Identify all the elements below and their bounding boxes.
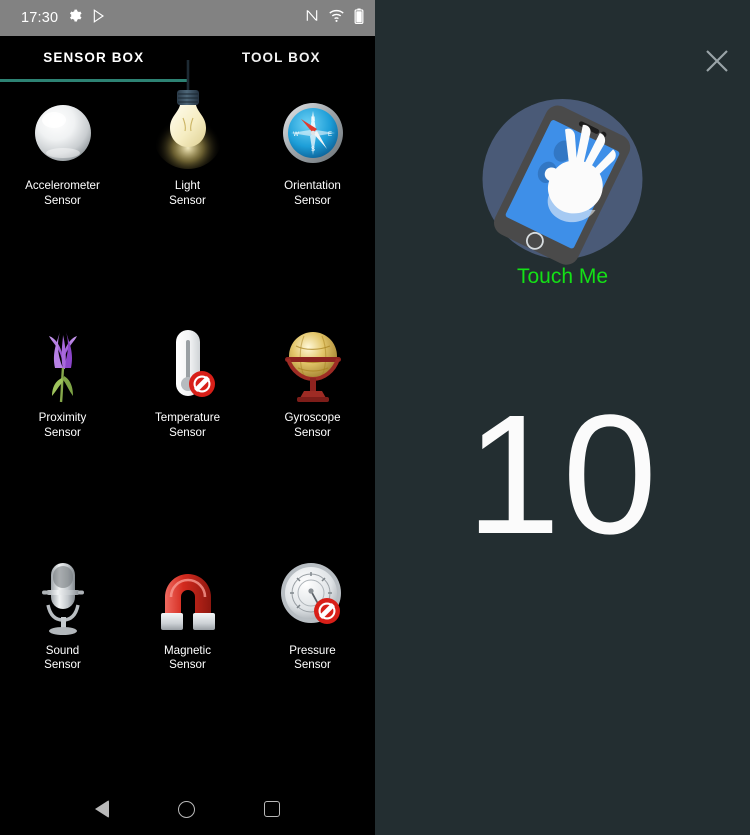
sensor-item-light[interactable]: Light Sensor [125,60,250,318]
light-bulb-icon [151,60,225,172]
home-circle-icon[interactable] [177,800,195,818]
sensor-item-pressure[interactable]: Pressure Sensor [250,551,375,783]
nfc-icon [305,8,319,28]
magnet-icon [151,559,225,637]
sensor-box-screen: 17:30 SENSOR BOX TOOL BOX Accelerometer … [0,0,375,835]
sensor-label: Light Sensor [169,179,206,207]
status-bar: 17:30 [0,0,375,36]
sensor-label: Temperature Sensor [154,411,221,439]
sensor-label: Pressure Sensor [289,643,336,672]
touch-test-panel[interactable]: Touch Me 10 [375,0,750,835]
compass-icon: N S E W [276,94,350,172]
disabled-badge-icon [188,371,215,398]
sensor-label: Gyroscope Sensor [284,411,341,439]
svg-text:W: W [293,132,299,138]
microphone-icon [26,559,100,637]
sensor-grid: Accelerometer Sensor Light Sensor N S E … [0,60,375,783]
status-bar-right [305,7,364,29]
sensor-item-gyroscope[interactable]: Gyroscope Sensor [250,318,375,550]
play-store-icon [91,8,107,29]
touch-me-label: Touch Me [516,265,609,288]
flower-icon [26,326,100,404]
recents-square-icon[interactable] [264,801,281,817]
globe-icon [276,326,350,404]
touch-count-value: 10 [465,380,660,570]
back-triangle-icon[interactable] [94,800,109,818]
disabled-badge-icon [313,597,340,624]
sensor-item-accelerometer[interactable]: Accelerometer Sensor [0,86,125,318]
sensor-item-orientation[interactable]: N S E W Orientation Sensor [250,86,375,318]
close-icon[interactable] [701,45,733,77]
status-bar-left: 17:30 [21,8,107,29]
sensor-label: Proximity Sensor [38,411,87,439]
sensor-item-magnetic[interactable]: Magnetic Sensor [125,551,250,783]
svg-text:E: E [327,132,331,138]
barometer-icon [276,559,350,637]
silver-ball-icon [26,94,100,172]
wifi-icon [328,8,345,28]
svg-text:N: N [310,117,314,123]
sensor-label: Accelerometer Sensor [25,179,100,207]
battery-icon [354,7,364,29]
status-clock: 17:30 [21,10,59,26]
sensor-item-proximity[interactable]: Proximity Sensor [0,318,125,550]
sensor-label: Magnetic Sensor [163,643,212,672]
navigation-bar [0,783,375,835]
sensor-label: Sound Sensor [44,643,81,672]
sensor-item-sound[interactable]: Sound Sensor [0,551,125,783]
gear-icon [67,8,82,28]
hand-on-phone-icon [475,92,650,267]
sensor-item-temperature[interactable]: Temperature Sensor [125,318,250,550]
svg-text:S: S [310,147,314,153]
sensor-label: Orientation Sensor [284,179,341,207]
thermometer-icon [151,326,225,404]
